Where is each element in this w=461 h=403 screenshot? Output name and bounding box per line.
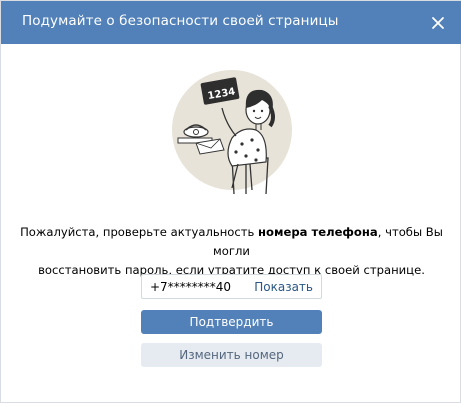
show-phone-link[interactable]: Показать [254, 280, 313, 294]
message-phone-emphasis: номера телефона [258, 225, 378, 239]
dialog-title: Подумайте о безопасности своей страницы [22, 13, 339, 29]
message-text-before: Пожалуйста, проверьте актуальность [20, 225, 259, 239]
security-dialog: Подумайте о безопасности своей страницы [0, 0, 461, 403]
security-message: Пожалуйста, проверьте актуальность номер… [1, 223, 461, 280]
close-icon [432, 17, 444, 29]
phone-field: +7********40 Показать [141, 274, 322, 299]
change-number-button[interactable]: Изменить номер [141, 343, 322, 367]
close-button[interactable] [426, 11, 450, 35]
woman-phone-illustration: 1234 [172, 70, 292, 195]
dialog-header: Подумайте о безопасности своей страницы [1, 1, 461, 44]
masked-phone-number: +7********40 [150, 280, 231, 294]
confirm-button[interactable]: Подтвердить [141, 310, 322, 334]
message-line-1: Пожалуйста, проверьте актуальность номер… [1, 223, 461, 261]
